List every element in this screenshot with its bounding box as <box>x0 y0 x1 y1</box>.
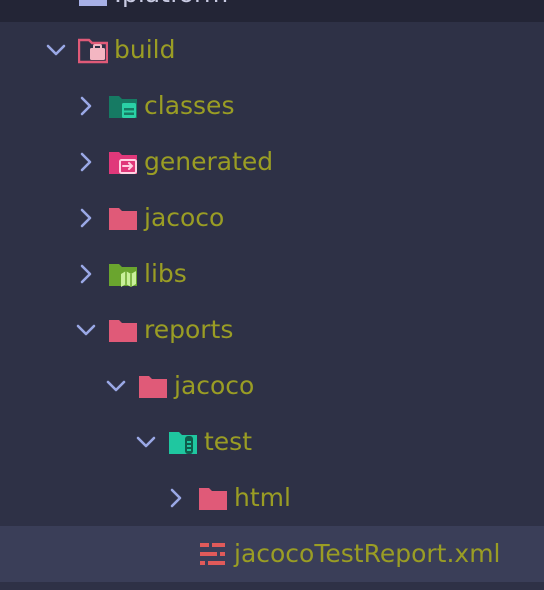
folder-open-build-icon <box>78 36 108 64</box>
tree-item-label: jacoco <box>174 371 255 400</box>
folder-icon <box>108 204 138 232</box>
tree-item-label: classes <box>144 91 235 120</box>
chevron-right-icon[interactable] <box>74 150 98 174</box>
tree-item-platform[interactable]: .platform <box>0 0 544 22</box>
tree-item-label: jacocoTestReport.xml <box>234 539 501 568</box>
chevron-down-icon[interactable] <box>74 318 98 342</box>
tree-item-libs[interactable]: libs <box>0 246 544 302</box>
tree-item-label: generated <box>144 147 274 176</box>
folder-icon <box>138 372 168 400</box>
chevron-right-icon[interactable] <box>74 94 98 118</box>
tree-item-build[interactable]: build <box>0 22 544 78</box>
folder-icon <box>78 0 108 8</box>
folder-classes-icon <box>108 92 138 120</box>
chevron-down-icon[interactable] <box>134 430 158 454</box>
tree-item-label: build <box>114 35 176 64</box>
tree-item-html[interactable]: html <box>0 470 544 526</box>
folder-test-icon <box>168 428 198 456</box>
tree-item-generated[interactable]: generated <box>0 134 544 190</box>
tree-item-jacoco[interactable]: jacoco <box>0 190 544 246</box>
tree-item-test[interactable]: test <box>0 414 544 470</box>
folder-libs-icon <box>108 260 138 288</box>
tree-item-label: reports <box>144 315 234 344</box>
tree-item-classes[interactable]: classes <box>0 78 544 134</box>
tree-item-jacoco-test-report-xml[interactable]: jacocoTestReport.xml <box>0 526 544 582</box>
xml-file-icon <box>198 540 228 568</box>
chevron-down-icon[interactable] <box>104 374 128 398</box>
chevron-down-icon[interactable] <box>44 38 68 62</box>
tree-item-reports[interactable]: reports <box>0 302 544 358</box>
tree-item-label: .platform <box>114 0 228 22</box>
tree-item-label: libs <box>144 259 187 288</box>
chevron-right-icon[interactable] <box>74 262 98 286</box>
folder-icon <box>198 484 228 512</box>
folder-generated-icon <box>108 148 138 176</box>
tree-item-label: test <box>204 427 253 456</box>
tree-item-label: jacoco <box>144 203 225 232</box>
chevron-right-icon[interactable] <box>164 486 188 510</box>
file-tree: .platform build classes <box>0 0 544 590</box>
tree-item-label: html <box>234 483 291 512</box>
folder-icon <box>108 316 138 344</box>
tree-item-jacoco-reports[interactable]: jacoco <box>0 358 544 414</box>
chevron-right-icon[interactable] <box>74 206 98 230</box>
chevron-down-icon[interactable] <box>44 0 68 6</box>
